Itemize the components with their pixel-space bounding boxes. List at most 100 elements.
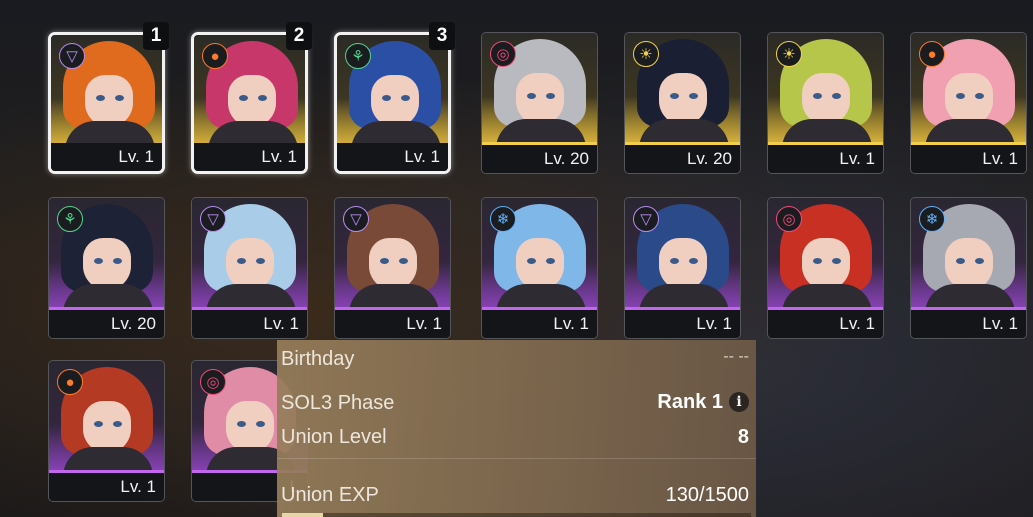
character-card[interactable]: Lv. 1 ❄ xyxy=(481,197,598,339)
character-card[interactable]: Lv. 1 ▽ xyxy=(48,32,165,174)
character-eye xyxy=(546,93,555,99)
character-eye xyxy=(401,95,410,101)
character-card[interactable]: Lv. 1 ⚘ xyxy=(334,32,451,174)
sol3-phase-label: SOL3 Phase xyxy=(281,392,395,414)
info-icon[interactable]: i xyxy=(729,392,749,412)
level-label: Lv. 1 xyxy=(696,314,732,333)
character-eye xyxy=(975,258,984,264)
selection-order-badge: 2 xyxy=(286,22,312,50)
character-face xyxy=(226,238,274,290)
psyche-element-icon: ▽ xyxy=(343,206,369,232)
fire-element-icon: ● xyxy=(57,369,83,395)
character-eye xyxy=(813,258,822,264)
union-exp-bar xyxy=(282,513,751,517)
union-level-value: 8 xyxy=(737,426,749,448)
character-eye xyxy=(546,258,555,264)
character-face xyxy=(659,73,707,125)
level-bar: Lv. 1 xyxy=(49,473,164,501)
nature-element-icon: ⚘ xyxy=(57,206,83,232)
character-eye xyxy=(670,93,679,99)
nature-element-icon: ⚘ xyxy=(345,43,371,69)
level-label: Lv. 20 xyxy=(110,314,156,333)
chaos-element-icon: ◎ xyxy=(776,206,802,232)
character-eye xyxy=(237,421,246,427)
character-card[interactable]: Lv. 1 ▽ xyxy=(624,197,741,339)
character-eye xyxy=(113,421,122,427)
character-eye xyxy=(527,258,536,264)
union-exp-value: 130/1500 xyxy=(665,484,749,506)
birthday-value: -- -- xyxy=(723,348,749,365)
union-level-label: Union Level xyxy=(281,426,387,448)
level-label: Lv. 1 xyxy=(120,477,156,496)
chaos-element-icon: ◎ xyxy=(490,41,516,67)
psyche-element-icon: ▽ xyxy=(59,43,85,69)
character-card[interactable]: Lv. 1 ▽ xyxy=(191,197,308,339)
birthday-label: Birthday xyxy=(281,348,355,370)
character-card[interactable]: Lv. 1 ❄ xyxy=(910,197,1027,339)
character-card[interactable]: Lv. 20 ◎ xyxy=(481,32,598,174)
level-label: Lv. 1 xyxy=(404,147,440,166)
character-eye xyxy=(96,95,105,101)
level-label: Lv. 1 xyxy=(406,314,442,333)
character-card[interactable]: Lv. 1 ☀ xyxy=(767,32,884,174)
level-bar: Lv. 1 xyxy=(335,310,450,338)
character-eye xyxy=(399,258,408,264)
level-bar: Lv. 1 xyxy=(51,143,162,171)
character-card[interactable]: Lv. 1 ▽ xyxy=(334,197,451,339)
level-label: Lv. 1 xyxy=(839,314,875,333)
character-eye xyxy=(527,93,536,99)
selection-order-badge: 1 xyxy=(143,22,169,50)
level-label: Lv. 1 xyxy=(982,149,1018,168)
panel-divider xyxy=(277,458,756,459)
character-face xyxy=(226,401,274,453)
character-eye xyxy=(956,93,965,99)
light-element-icon: ☀ xyxy=(633,41,659,67)
character-card[interactable]: Lv. 1 ◎ xyxy=(767,197,884,339)
character-eye xyxy=(382,95,391,101)
character-card[interactable]: Lv. 1 ● xyxy=(48,360,165,502)
character-face xyxy=(85,75,133,127)
character-card[interactable]: Lv. 1 ● xyxy=(191,32,308,174)
sol3-phase-value: Rank 1 xyxy=(657,391,723,413)
level-bar: Lv. 20 xyxy=(482,145,597,173)
character-face xyxy=(369,238,417,290)
character-face xyxy=(802,73,850,125)
character-eye xyxy=(258,95,267,101)
character-card[interactable]: Lv. 1 ● xyxy=(910,32,1027,174)
fire-element-icon: ● xyxy=(919,41,945,67)
level-bar: Lv. 1 xyxy=(625,310,740,338)
light-element-icon: ☀ xyxy=(776,41,802,67)
level-bar: Lv. 20 xyxy=(625,145,740,173)
union-exp-label: Union EXP xyxy=(281,484,379,506)
level-label: Lv. 1 xyxy=(553,314,589,333)
level-label: Lv. 1 xyxy=(263,314,299,333)
frost-element-icon: ❄ xyxy=(919,206,945,232)
character-eye xyxy=(239,95,248,101)
level-label: Lv. 1 xyxy=(118,147,154,166)
level-bar: Lv. 1 xyxy=(768,145,883,173)
character-eye xyxy=(956,258,965,264)
level-bar: Lv. 1 xyxy=(192,310,307,338)
character-card[interactable]: Lv. 20 ⚘ xyxy=(48,197,165,339)
character-face xyxy=(945,73,993,125)
character-face xyxy=(945,238,993,290)
character-face xyxy=(83,401,131,453)
character-eye xyxy=(670,258,679,264)
level-label: Lv. 1 xyxy=(261,147,297,166)
level-bar: Lv. 1 xyxy=(911,310,1026,338)
fire-element-icon: ● xyxy=(202,43,228,69)
character-eye xyxy=(832,258,841,264)
character-face xyxy=(371,75,419,127)
level-label: Lv. 1 xyxy=(982,314,1018,333)
character-eye xyxy=(256,258,265,264)
level-label: Lv. 20 xyxy=(686,149,732,168)
psyche-element-icon: ▽ xyxy=(633,206,659,232)
frost-element-icon: ❄ xyxy=(490,206,516,232)
character-card[interactable]: Lv. 20 ☀ xyxy=(624,32,741,174)
character-eye xyxy=(689,258,698,264)
sol3-phase-row: Rank 1 i xyxy=(657,391,749,414)
character-face xyxy=(83,238,131,290)
character-face xyxy=(659,238,707,290)
character-eye xyxy=(832,93,841,99)
level-bar: Lv. 1 xyxy=(337,143,448,171)
